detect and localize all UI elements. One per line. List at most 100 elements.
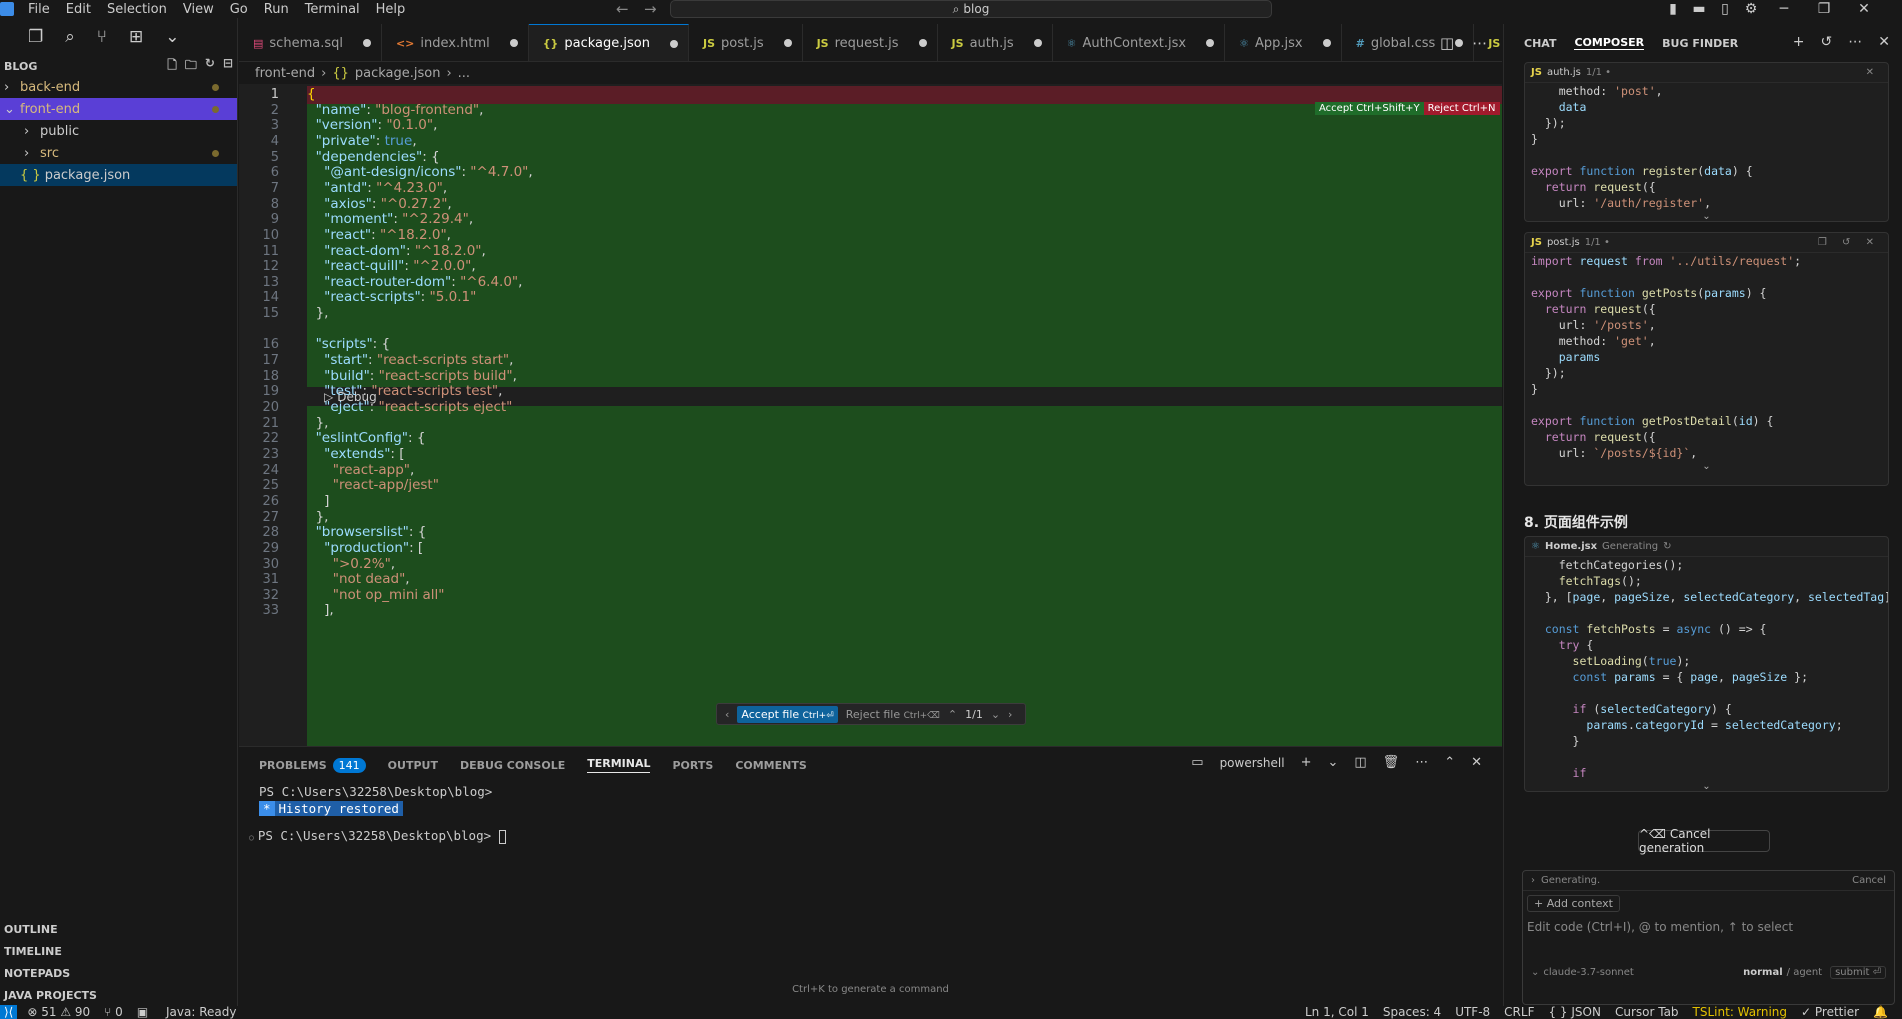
- panel-tab-comments[interactable]: COMMENTS: [735, 759, 806, 772]
- tab-post-js[interactable]: JS post.js: [689, 24, 803, 61]
- close-panel-icon[interactable]: ✕: [1471, 755, 1482, 770]
- more-actions-icon[interactable]: ⋯: [1848, 34, 1862, 50]
- problems-count[interactable]: ⊗ 51 ⚠ 90: [27, 1005, 90, 1019]
- bell-icon[interactable]: 🔔: [1873, 1005, 1888, 1019]
- source-control-icon[interactable]: ⑂: [97, 27, 107, 47]
- restore-icon[interactable]: ❐: [1804, 1, 1844, 17]
- tab-authcontext-jsx[interactable]: ⚛ AuthContext.jsx: [1053, 24, 1226, 61]
- tree-item[interactable]: › back-end: [0, 76, 237, 98]
- accept-file-button[interactable]: Accept file Ctrl+⏎: [737, 705, 838, 723]
- files-icon[interactable]: ❐: [28, 27, 43, 47]
- card-actions-icon[interactable]: ❐ ↺ ✕: [1818, 237, 1880, 248]
- back-arrow-icon[interactable]: ←: [616, 0, 629, 18]
- close-window-icon[interactable]: ✕: [1844, 1, 1884, 17]
- panel-tab-debug-console[interactable]: DEBUG CONSOLE: [460, 759, 565, 772]
- composer-input[interactable]: Edit code (Ctrl+I), @ to mention, ↑ to s…: [1523, 916, 1894, 966]
- trash-icon[interactable]: 🗑: [1383, 755, 1400, 770]
- section-timeline[interactable]: TIMELINE: [0, 940, 238, 962]
- modified-dot[interactable]: [362, 39, 371, 47]
- menu-item-terminal[interactable]: Terminal: [305, 2, 360, 17]
- breadcrumb-folder[interactable]: front-end: [255, 66, 315, 81]
- tree-item[interactable]: ⌄ front-end: [0, 98, 237, 120]
- submit-button[interactable]: submit ⏎: [1830, 966, 1886, 979]
- close-icon[interactable]: ✕: [1878, 34, 1890, 50]
- modified-dot[interactable]: [918, 39, 927, 47]
- tree-item[interactable]: › src: [0, 142, 237, 164]
- extensions-icon[interactable]: ⊞: [129, 27, 143, 47]
- modified-dot[interactable]: [1206, 39, 1215, 47]
- minimize-icon[interactable]: ─: [1764, 1, 1804, 17]
- indentation[interactable]: Spaces: 4: [1383, 1005, 1441, 1019]
- close-icon[interactable]: ✕: [1866, 67, 1880, 78]
- more-actions-icon[interactable]: ⋯: [1472, 34, 1487, 52]
- composer-tab-composer[interactable]: COMPOSER: [1574, 36, 1645, 50]
- menu-item-selection[interactable]: Selection: [107, 2, 167, 17]
- reject-file-button[interactable]: Reject file Ctrl+⌫: [846, 708, 940, 721]
- chevron-left-icon[interactable]: ‹: [725, 708, 729, 721]
- composer-tab-chat[interactable]: CHAT: [1524, 37, 1556, 50]
- modified-dot[interactable]: [1033, 39, 1042, 47]
- more-actions-icon[interactable]: ⋯: [1415, 755, 1428, 770]
- add-terminal-icon[interactable]: +: [1301, 755, 1312, 770]
- chevron-down-icon[interactable]: ⌄: [1525, 461, 1888, 475]
- menu-item-edit[interactable]: Edit: [66, 2, 91, 17]
- add-context-button[interactable]: + Add context: [1527, 895, 1620, 912]
- encoding[interactable]: UTF-8: [1455, 1005, 1490, 1019]
- maximize-panel-icon[interactable]: ⌃: [1444, 755, 1455, 770]
- menu-item-go[interactable]: Go: [230, 2, 248, 17]
- chevron-down-icon[interactable]: ⌄: [1525, 781, 1888, 791]
- cancel-generation-button[interactable]: ^⌫ Cancel generation: [1638, 827, 1770, 855]
- menu-item-file[interactable]: File: [28, 2, 50, 17]
- chevron-down-icon[interactable]: ⌄: [1525, 211, 1888, 221]
- card-filename[interactable]: auth.js: [1547, 67, 1581, 78]
- command-center-search[interactable]: ⌕ blog: [670, 0, 1272, 18]
- history-icon[interactable]: ↺: [1821, 34, 1833, 50]
- chevron-up-icon[interactable]: ⌃: [948, 708, 957, 721]
- java-status[interactable]: ▣ Java: Ready: [137, 1005, 251, 1019]
- section-outline[interactable]: OUTLINE: [0, 918, 238, 940]
- mode-agent[interactable]: / agent: [1787, 967, 1822, 978]
- shell-name[interactable]: powershell: [1220, 756, 1285, 770]
- tab-auth-js[interactable]: JS auth.js: [938, 24, 1053, 61]
- tab-index-html[interactable]: <> index.html: [382, 24, 529, 61]
- tab-request-js[interactable]: JS request.js: [803, 24, 938, 61]
- prettier-status[interactable]: ✓ Prettier: [1801, 1005, 1859, 1019]
- composer-tab-bug-finder[interactable]: BUG FINDER: [1662, 37, 1738, 50]
- toggle-panel-icon[interactable]: ▬: [1686, 1, 1712, 17]
- remote-icon[interactable]: ⟩⟨: [0, 1005, 18, 1019]
- explorer-header[interactable]: BLOG 🗋 🗀 ↻ ⊟: [0, 56, 237, 76]
- toggle-sidebar-icon[interactable]: ▮: [1660, 1, 1686, 17]
- modified-dot[interactable]: [669, 39, 678, 48]
- terminal-input-line[interactable]: ○ PS C:\Users\32258\Desktop\blog>: [239, 827, 1502, 844]
- menu-item-view[interactable]: View: [183, 2, 214, 17]
- new-folder-icon[interactable]: 🗀: [185, 56, 197, 77]
- toggle-secondary-icon[interactable]: ▯: [1712, 1, 1738, 17]
- chevron-down-icon[interactable]: ⌄: [1327, 755, 1338, 770]
- search-icon[interactable]: ⌕: [65, 27, 75, 47]
- chevron-right-icon[interactable]: ›: [1008, 708, 1012, 721]
- panel-tab-problems[interactable]: PROBLEMS 141: [259, 757, 366, 773]
- tab-schema-sql[interactable]: ▤ schema.sql: [239, 24, 382, 61]
- new-chat-icon[interactable]: +: [1793, 34, 1805, 50]
- breadcrumb-rest[interactable]: ...: [458, 66, 470, 81]
- refresh-icon[interactable]: ↻: [205, 56, 215, 77]
- cursor-tab[interactable]: Cursor Tab: [1615, 1005, 1679, 1019]
- reject-button[interactable]: Reject Ctrl+N: [1423, 102, 1500, 115]
- forward-arrow-icon[interactable]: →: [644, 0, 657, 18]
- line-ending[interactable]: CRLF: [1504, 1005, 1534, 1019]
- tab-app-jsx[interactable]: ⚛ App.jsx: [1225, 24, 1342, 61]
- cancel-small-button[interactable]: Cancel: [1852, 875, 1886, 886]
- split-terminal-icon[interactable]: ◫: [1354, 755, 1366, 770]
- mode-normal[interactable]: normal: [1743, 967, 1783, 978]
- model-selector[interactable]: claude-3.7-sonnet: [1543, 967, 1633, 978]
- settings-gear-icon[interactable]: ⚙: [1738, 1, 1764, 17]
- modified-dot[interactable]: [1322, 39, 1331, 47]
- language-mode[interactable]: { } JSON: [1548, 1005, 1600, 1019]
- collapse-icon[interactable]: ⊟: [223, 56, 233, 77]
- modified-dot[interactable]: [783, 39, 792, 47]
- card-filename[interactable]: post.js: [1547, 237, 1580, 248]
- chevron-down-icon[interactable]: ⌄: [165, 27, 179, 47]
- split-editor-icon[interactable]: ◫: [1440, 34, 1454, 52]
- panel-tab-output[interactable]: OUTPUT: [388, 759, 438, 772]
- section-java-projects[interactable]: JAVA PROJECTS: [0, 984, 238, 1006]
